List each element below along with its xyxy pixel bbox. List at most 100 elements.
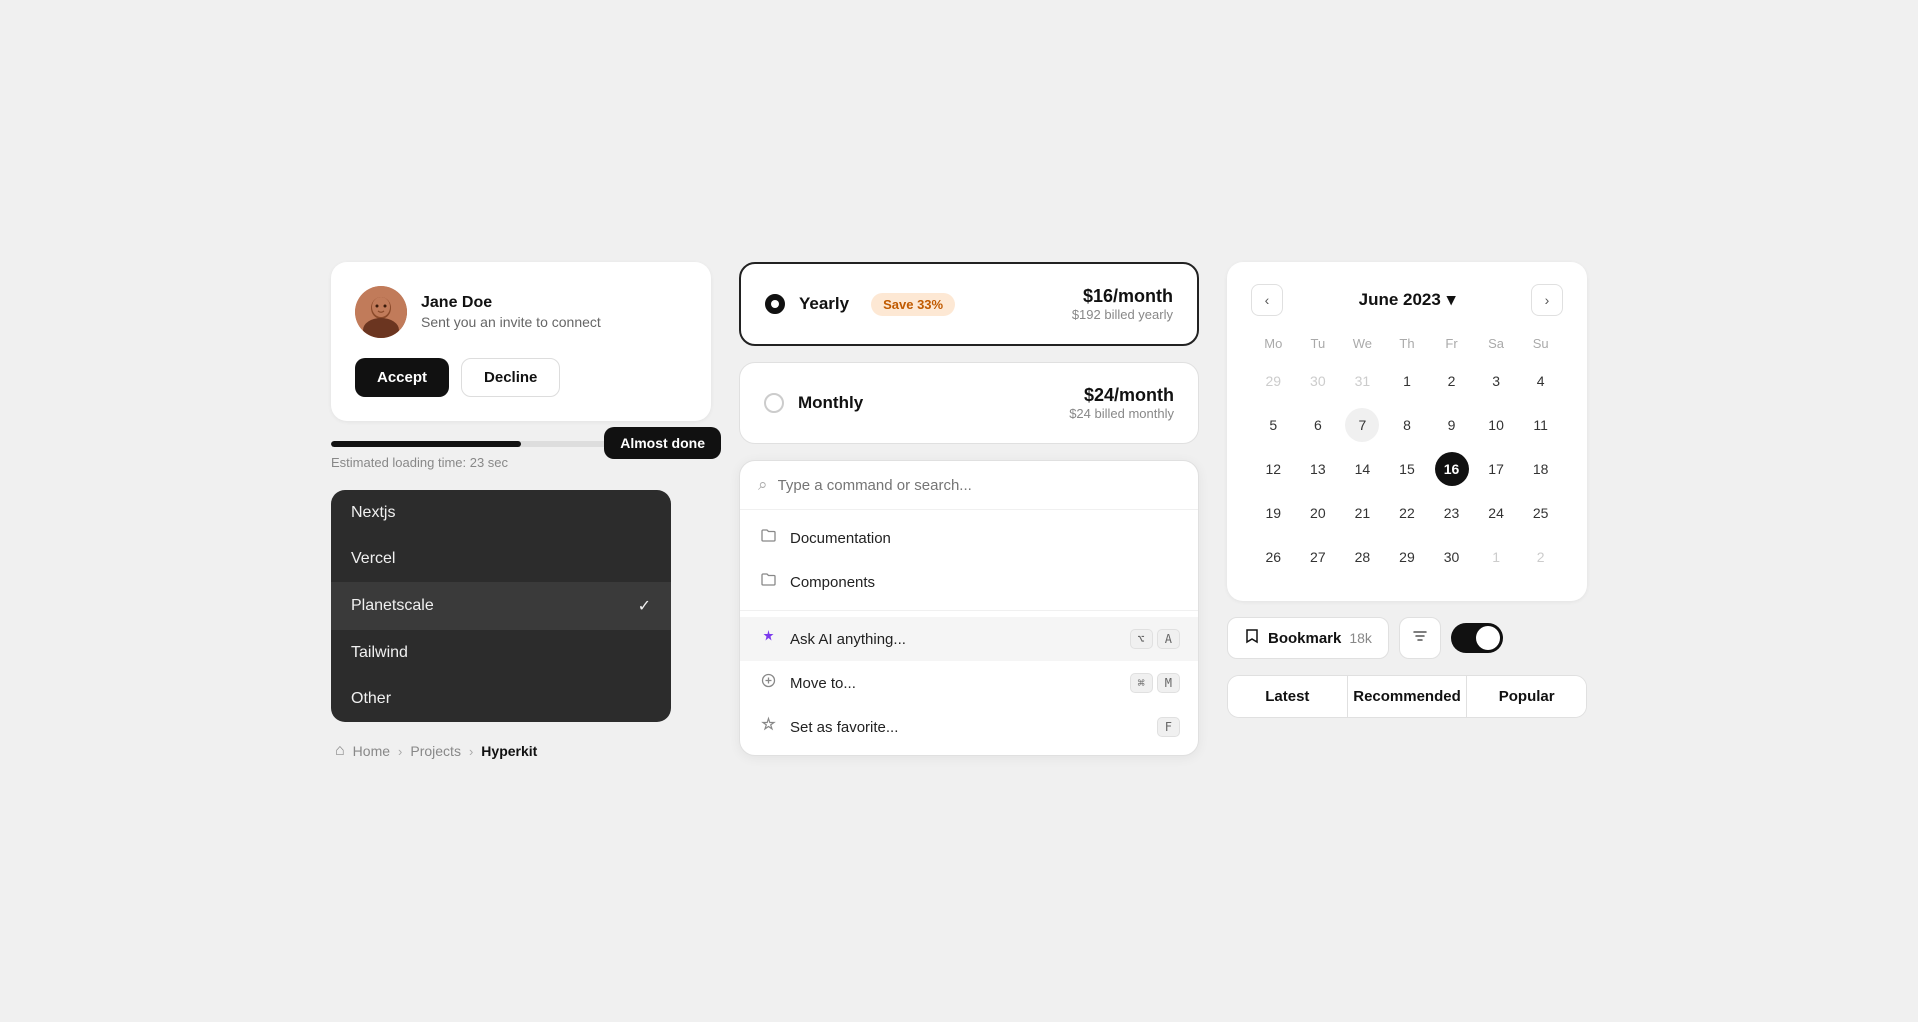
calendar-day[interactable]: 31: [1340, 359, 1385, 403]
calendar-day[interactable]: 2: [1429, 359, 1474, 403]
dropdown-item-tailwind[interactable]: Tailwind: [331, 630, 671, 676]
favorite-shortcut: F: [1157, 717, 1180, 737]
calendar-day[interactable]: 29: [1251, 359, 1296, 403]
monthly-pricing-card[interactable]: Monthly $24/month $24 billed monthly: [739, 362, 1199, 444]
command-item-label: Documentation: [790, 530, 891, 547]
bookmark-count: 18k: [1349, 630, 1372, 646]
filter-tabs: Latest Recommended Popular: [1227, 675, 1587, 718]
move-icon: [758, 672, 778, 694]
breadcrumb-home[interactable]: Home: [353, 743, 390, 759]
chevron-down-icon: ▾: [1447, 290, 1456, 310]
shortcut-key-cmd: ⌘: [1130, 673, 1153, 693]
calendar-header: ‹ June 2023 ▾ ›: [1251, 284, 1563, 316]
calendar-day[interactable]: 5: [1251, 403, 1296, 447]
tab-recommended[interactable]: Recommended: [1348, 676, 1468, 717]
calendar-day[interactable]: 16: [1429, 447, 1474, 491]
decline-button[interactable]: Decline: [461, 358, 560, 397]
calendar-day[interactable]: 9: [1429, 403, 1474, 447]
dropdown-item-vercel[interactable]: Vercel: [331, 536, 671, 582]
check-icon: ✓: [638, 596, 651, 616]
calendar-day[interactable]: 20: [1296, 491, 1341, 535]
tab-latest[interactable]: Latest: [1228, 676, 1348, 717]
dropdown-item-nextjs[interactable]: Nextjs: [331, 490, 671, 536]
calendar-day[interactable]: 30: [1429, 535, 1474, 579]
dropdown-item-label: Vercel: [351, 550, 395, 568]
command-input[interactable]: [778, 477, 1180, 494]
dropdown-item-other[interactable]: Other: [331, 676, 671, 722]
calendar-day[interactable]: 17: [1474, 447, 1519, 491]
calendar-day[interactable]: 21: [1340, 491, 1385, 535]
calendar-month-label: June 2023: [1359, 290, 1441, 310]
monthly-radio[interactable]: [764, 393, 784, 413]
command-search-row: ⌕: [740, 461, 1198, 510]
bookmark-label: Bookmark: [1268, 630, 1341, 647]
yearly-radio[interactable]: [765, 294, 785, 314]
command-folder-section: Documentation Components: [740, 510, 1198, 610]
calendar-day[interactable]: 8: [1385, 403, 1430, 447]
yearly-price-sub: $192 billed yearly: [1072, 307, 1173, 322]
ask-ai-shortcut: ⌥ A: [1130, 629, 1180, 649]
cal-header-th: Th: [1385, 332, 1430, 359]
calendar-prev-button[interactable]: ‹: [1251, 284, 1283, 316]
breadcrumb: ⌂ Home › Projects › Hyperkit: [331, 742, 711, 760]
command-item-move-to[interactable]: Move to... ⌘ M: [740, 661, 1198, 705]
invite-actions: Accept Decline: [355, 358, 687, 397]
dropdown-item-planetscale[interactable]: Planetscale ✓: [331, 582, 671, 630]
breadcrumb-projects[interactable]: Projects: [410, 743, 461, 759]
right-column: ‹ June 2023 ▾ › Mo Tu We Th Fr Sa Su: [1227, 262, 1587, 718]
calendar-day[interactable]: 25: [1518, 491, 1563, 535]
calendar-next-button[interactable]: ›: [1531, 284, 1563, 316]
calendar-day[interactable]: 23: [1429, 491, 1474, 535]
command-item-label-2: Components: [790, 574, 875, 591]
monthly-label: Monthly: [798, 393, 863, 413]
cal-header-mo: Mo: [1251, 332, 1296, 359]
favorite-label: Set as favorite...: [790, 719, 898, 736]
calendar-day[interactable]: 12: [1251, 447, 1296, 491]
accept-button[interactable]: Accept: [355, 358, 449, 397]
calendar-day[interactable]: 28: [1340, 535, 1385, 579]
dropdown-item-label: Nextjs: [351, 504, 395, 522]
calendar-day[interactable]: 11: [1518, 403, 1563, 447]
calendar-day[interactable]: 7: [1340, 403, 1385, 447]
dropdown-menu: Nextjs Vercel Planetscale ✓ Tailwind Oth…: [331, 490, 671, 722]
breadcrumb-active: Hyperkit: [481, 743, 537, 759]
calendar-day[interactable]: 15: [1385, 447, 1430, 491]
invite-card: Jane Doe Sent you an invite to connect A…: [331, 262, 711, 421]
calendar-day[interactable]: 6: [1296, 403, 1341, 447]
calendar-day[interactable]: 22: [1385, 491, 1430, 535]
tab-popular[interactable]: Popular: [1467, 676, 1586, 717]
command-item-ask-ai[interactable]: Ask AI anything... ⌥ A: [740, 617, 1198, 661]
filter-icon: [1412, 628, 1428, 649]
filter-button[interactable]: [1399, 617, 1441, 659]
calendar-day[interactable]: 1: [1474, 535, 1519, 579]
calendar-day[interactable]: 19: [1251, 491, 1296, 535]
calendar-day[interactable]: 24: [1474, 491, 1519, 535]
progress-bar-fill: [331, 441, 521, 447]
center-column: Yearly Save 33% $16/month $192 billed ye…: [739, 262, 1199, 756]
calendar-day[interactable]: 26: [1251, 535, 1296, 579]
calendar-day[interactable]: 18: [1518, 447, 1563, 491]
invite-name: Jane Doe: [421, 294, 601, 312]
command-item-favorite[interactable]: Set as favorite... F: [740, 705, 1198, 749]
avatar: [355, 286, 407, 338]
calendar-month-button[interactable]: June 2023 ▾: [1359, 290, 1456, 310]
bookmark-button[interactable]: Bookmark 18k: [1227, 617, 1389, 659]
toggle-switch[interactable]: [1451, 623, 1503, 653]
calendar-day[interactable]: 4: [1518, 359, 1563, 403]
calendar-day[interactable]: 30: [1296, 359, 1341, 403]
pricing-left: Yearly Save 33%: [765, 293, 955, 316]
calendar-day[interactable]: 2: [1518, 535, 1563, 579]
monthly-price-sub: $24 billed monthly: [1069, 406, 1174, 421]
calendar-day[interactable]: 10: [1474, 403, 1519, 447]
calendar-day[interactable]: 27: [1296, 535, 1341, 579]
command-item-documentation[interactable]: Documentation: [740, 516, 1198, 560]
calendar-day[interactable]: 3: [1474, 359, 1519, 403]
calendar-day[interactable]: 29: [1385, 535, 1430, 579]
calendar-day[interactable]: 13: [1296, 447, 1341, 491]
calendar-day[interactable]: 14: [1340, 447, 1385, 491]
move-to-shortcut: ⌘ M: [1130, 673, 1180, 693]
star-icon: [758, 716, 778, 738]
calendar-day[interactable]: 1: [1385, 359, 1430, 403]
yearly-pricing-card[interactable]: Yearly Save 33% $16/month $192 billed ye…: [739, 262, 1199, 346]
command-item-components[interactable]: Components: [740, 560, 1198, 604]
